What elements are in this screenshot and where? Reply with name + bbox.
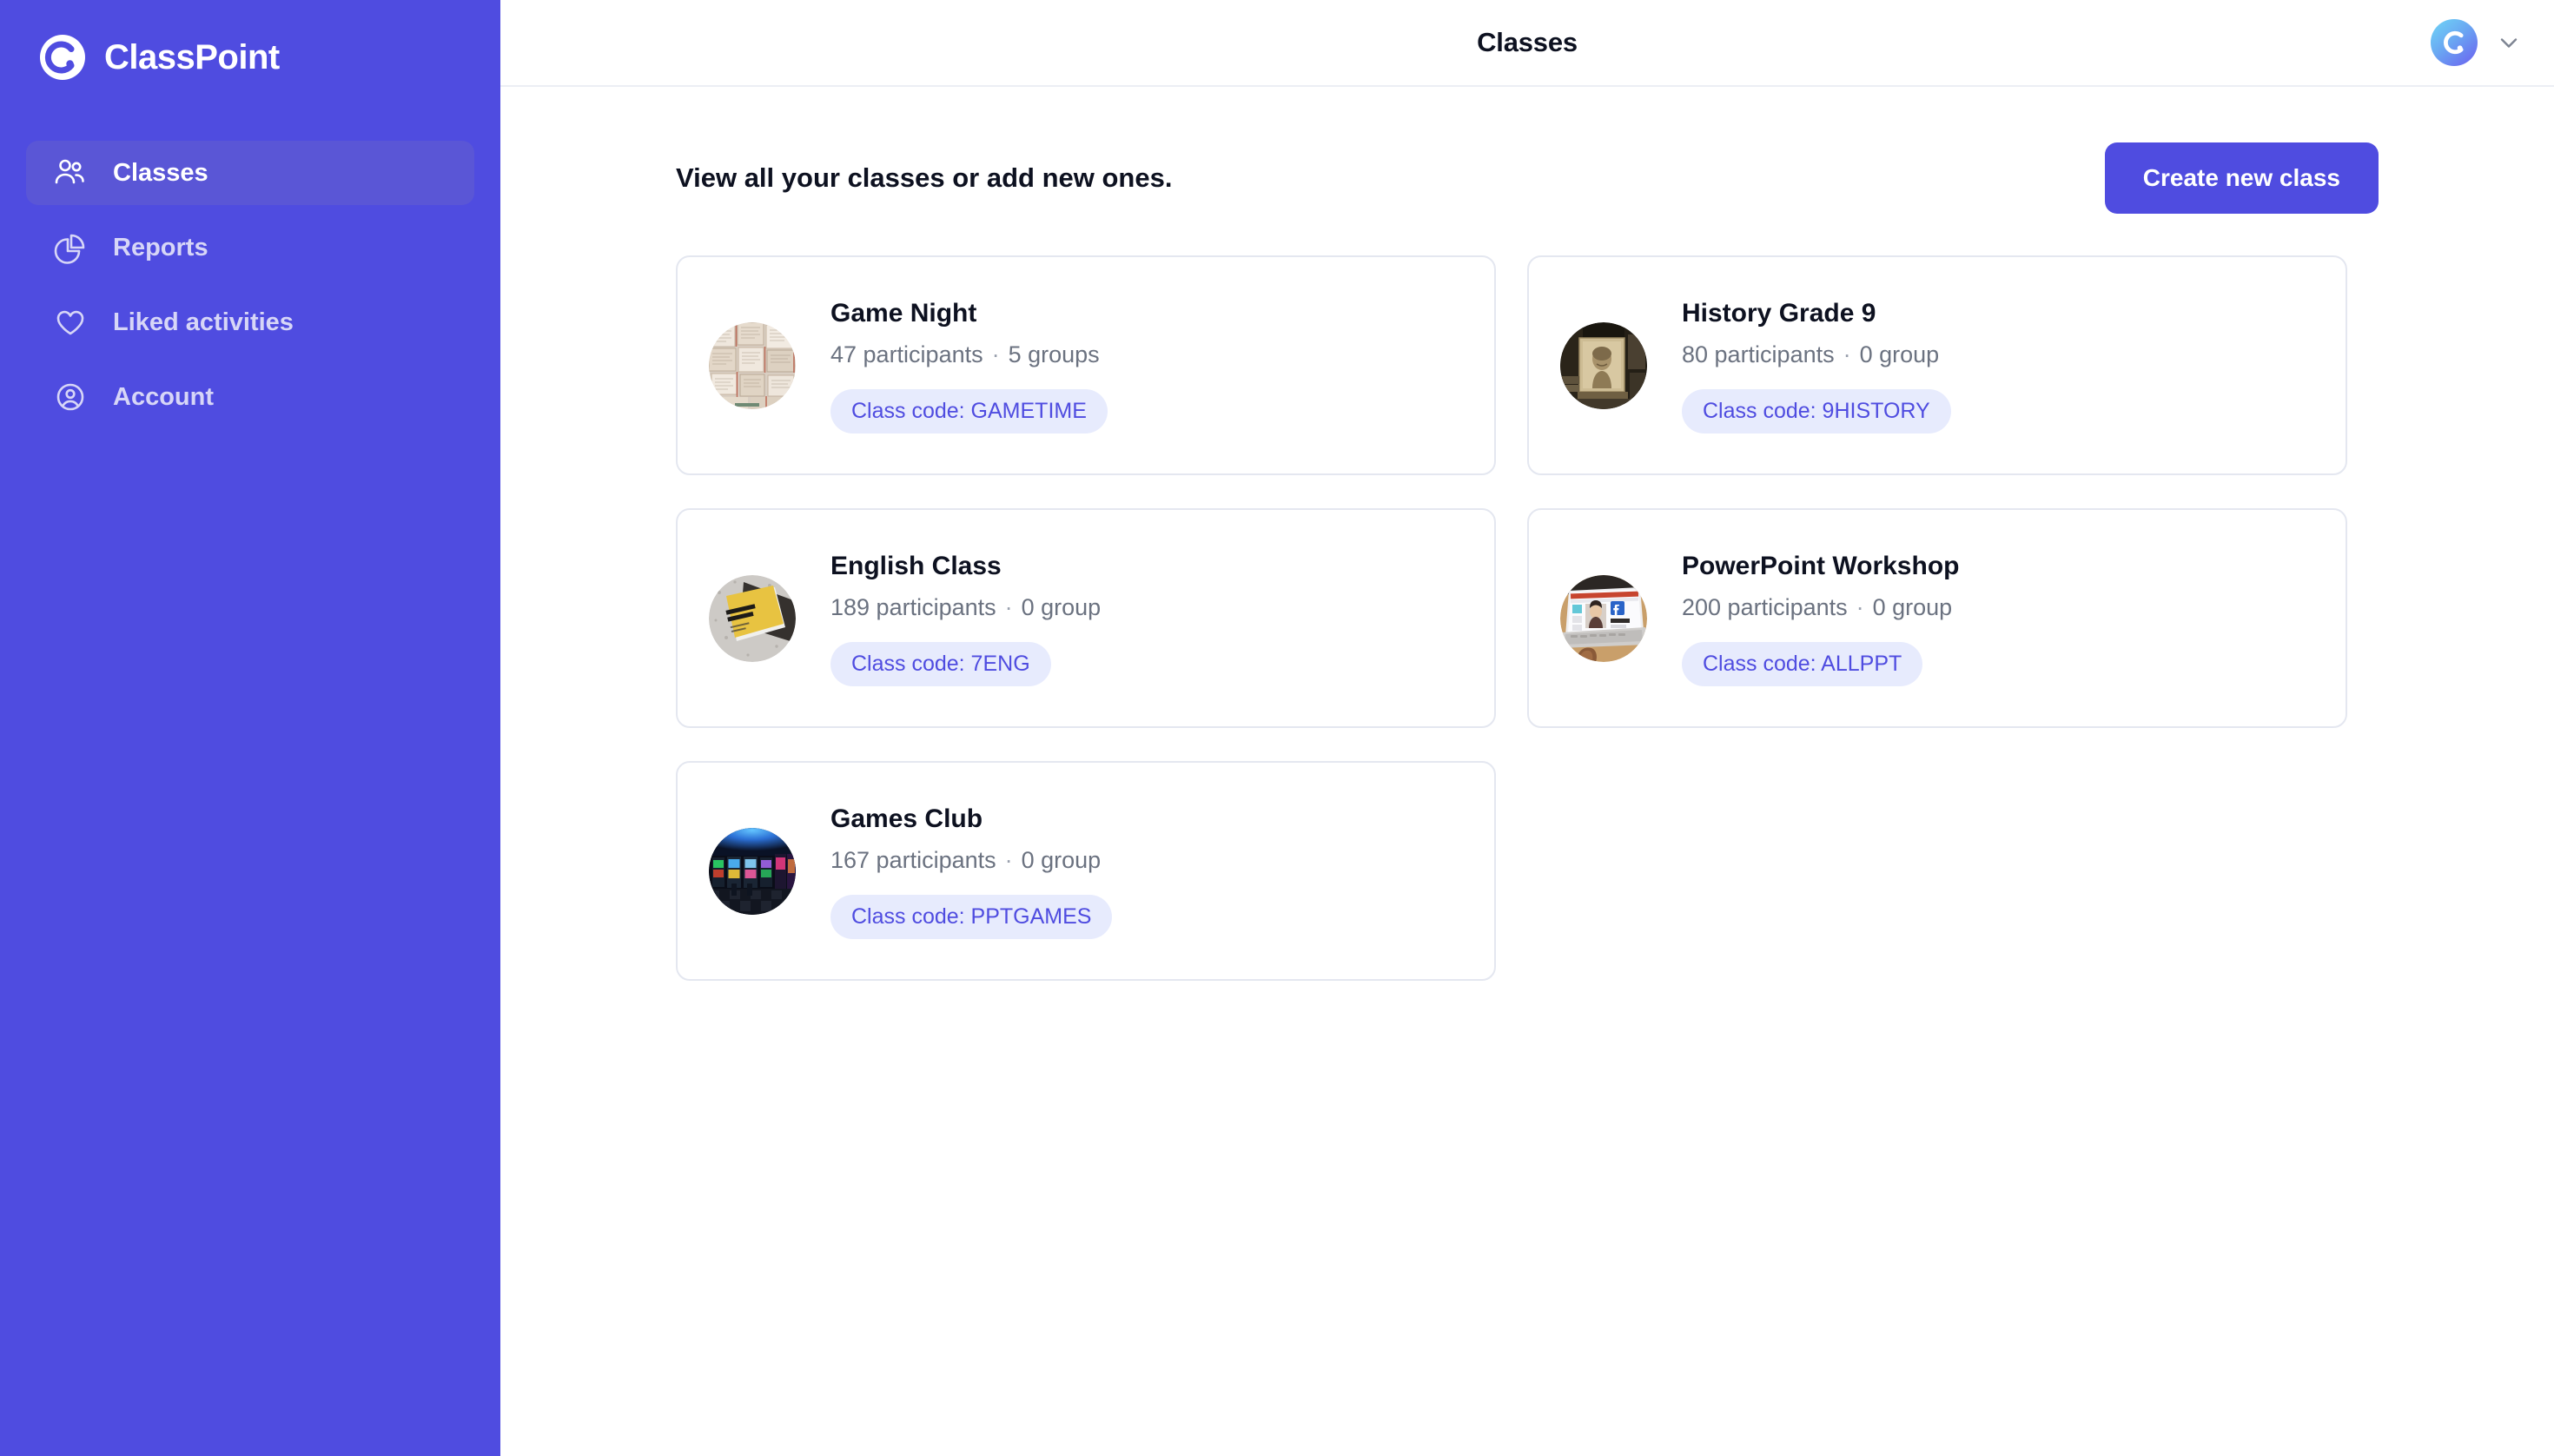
sidebar-nav: Classes Reports Liked activities Account: [0, 141, 500, 429]
page-title: Classes: [1477, 27, 1578, 57]
sidebar-item-label: Reports: [113, 233, 208, 261]
meta-separator: ·: [1004, 847, 1013, 874]
class-title: Games Club: [830, 804, 983, 833]
content-area: View all your classes or add new ones. C…: [500, 87, 2554, 1456]
app-root: ClassPoint Classes Reports Liked activit…: [0, 0, 2554, 1456]
class-card[interactable]: Game Night 47 participants · 5 groups Clas…: [676, 255, 1496, 475]
sidebar-item-label: Account: [113, 382, 214, 411]
groups-count: 5 groups: [1008, 341, 1100, 368]
groups-count: 0 group: [1021, 847, 1102, 874]
user-menu[interactable]: [2431, 19, 2521, 66]
class-thumbnail: [709, 574, 796, 662]
participants-count: 189 participants: [830, 594, 996, 621]
avatar: [2431, 19, 2478, 66]
class-thumbnail: [1560, 574, 1647, 662]
sidebar-item-label: Liked activities: [113, 308, 294, 336]
class-info: English Class 189 participants · 0 group C…: [830, 550, 1101, 687]
classes-grid: Game Night 47 participants · 5 groups Clas…: [676, 255, 2379, 981]
topbar: Classes: [500, 0, 2554, 87]
class-title: PowerPoint Workshop: [1682, 551, 1960, 580]
class-info: PowerPoint Workshop 200 participants · 0 g…: [1682, 550, 1960, 687]
sidebar-item-account[interactable]: Account: [26, 365, 474, 429]
class-meta: 47 participants · 5 groups: [830, 341, 1108, 370]
meta-separator: ·: [1004, 594, 1013, 621]
sidebar-item-reports[interactable]: Reports: [26, 215, 474, 280]
class-card[interactable]: English Class 189 participants · 0 group C…: [676, 508, 1496, 728]
class-thumbnail: [709, 827, 796, 915]
user-circle-icon: [52, 379, 89, 415]
class-code-badge: Class code: GAMETIME: [830, 389, 1108, 434]
content-heading: View all your classes or add new ones.: [676, 162, 1173, 193]
users-group-icon: [52, 155, 89, 191]
class-info: Game Night 47 participants · 5 groups Clas…: [830, 297, 1108, 434]
class-info: History Grade 9 80 participants · 0 group …: [1682, 297, 1951, 434]
chevron-down-icon: [2497, 30, 2521, 55]
create-new-class-button[interactable]: Create new class: [2104, 142, 2379, 214]
sidebar: ClassPoint Classes Reports Liked activit…: [0, 0, 500, 1456]
participants-count: 167 participants: [830, 847, 996, 874]
class-title: English Class: [830, 551, 1002, 580]
pie-chart-icon: [52, 229, 89, 266]
class-meta: 80 participants · 0 group: [1682, 341, 1951, 370]
brand: ClassPoint: [0, 0, 500, 87]
sidebar-item-classes[interactable]: Classes: [26, 141, 474, 205]
class-title: History Grade 9: [1682, 298, 1876, 328]
meta-separator: ·: [1856, 594, 1864, 621]
class-code-badge: Class code: PPTGAMES: [830, 895, 1113, 940]
sidebar-item-liked-activities[interactable]: Liked activities: [26, 290, 474, 354]
heart-icon: [52, 304, 89, 341]
participants-count: 200 participants: [1682, 594, 1848, 621]
groups-count: 0 group: [1021, 594, 1102, 621]
class-card[interactable]: PowerPoint Workshop 200 participants · 0 g…: [1527, 508, 2347, 728]
meta-separator: ·: [1843, 341, 1851, 368]
class-card[interactable]: Games Club 167 participants · 0 group Clas…: [676, 761, 1496, 981]
participants-count: 47 participants: [830, 341, 983, 368]
participants-count: 80 participants: [1682, 341, 1835, 368]
class-card[interactable]: History Grade 9 80 participants · 0 group …: [1527, 255, 2347, 475]
class-meta: 167 participants · 0 group: [830, 846, 1112, 876]
class-thumbnail: [709, 321, 796, 409]
brand-name: ClassPoint: [104, 37, 280, 76]
meta-separator: ·: [991, 341, 1000, 368]
class-code-badge: Class code: 9HISTORY: [1682, 389, 1951, 434]
groups-count: 0 group: [1872, 594, 1953, 621]
main-area: Classes View all your classes or add new: [500, 0, 2554, 1456]
class-code-badge: Class code: ALLPPT: [1682, 642, 1923, 687]
class-code-badge: Class code: 7ENG: [830, 642, 1051, 687]
class-thumbnail: [1560, 321, 1647, 409]
sidebar-item-label: Classes: [113, 158, 208, 187]
groups-count: 0 group: [1859, 341, 1940, 368]
class-info: Games Club 167 participants · 0 group Clas…: [830, 803, 1113, 940]
class-meta: 200 participants · 0 group: [1682, 593, 1959, 623]
class-title: Game Night: [830, 298, 977, 328]
class-meta: 189 participants · 0 group: [830, 593, 1101, 623]
classpoint-logo-icon: [40, 35, 85, 80]
content-header: View all your classes or add new ones. C…: [676, 142, 2379, 255]
